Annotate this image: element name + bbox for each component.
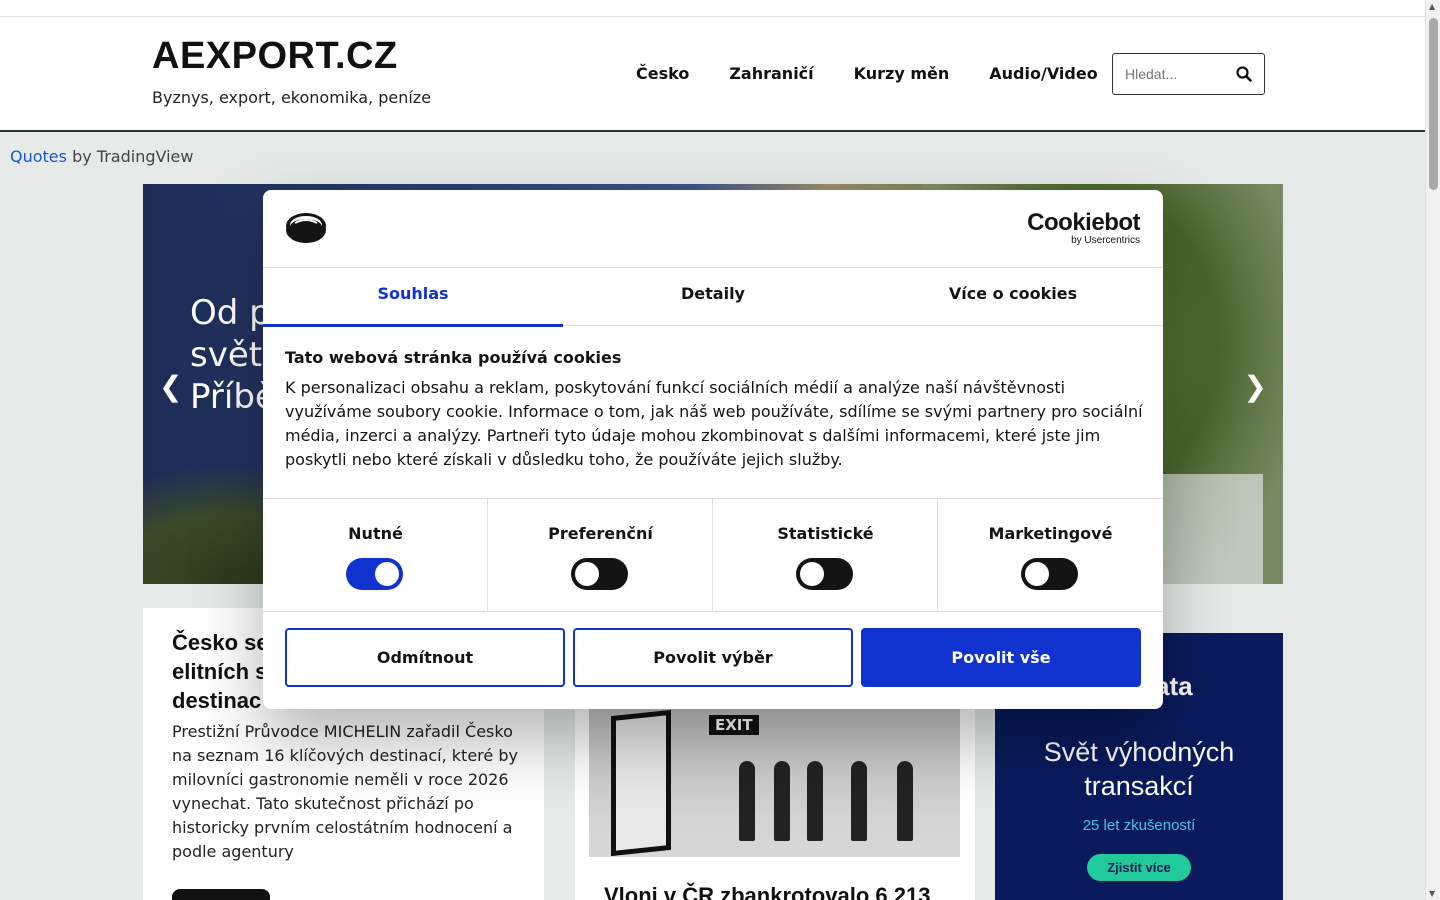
toggle-label: Preferenční <box>548 524 653 543</box>
site-logo[interactable]: AEXPORT.CZ <box>152 35 398 78</box>
read-more-button[interactable] <box>172 889 270 900</box>
cookie-tabs: Souhlas Detaily Více o cookies <box>263 268 1163 327</box>
cookiebot-name: Cookiebot <box>1027 209 1140 236</box>
toggle-label: Marketingové <box>988 524 1113 543</box>
cookiebot-logo[interactable]: Cookiebot by Usercentrics <box>1027 210 1140 246</box>
dialog-buttons: Odmítnout Povolit výběr Povolit vše <box>285 628 1141 687</box>
nav-item-zahranici[interactable]: Zahraničí <box>729 64 813 83</box>
ad-subheadline: 25 let zkušeností <box>1082 817 1196 834</box>
toggle-group-marketing: Marketingové <box>938 499 1163 612</box>
article-image[interactable]: EXIT <box>589 703 960 857</box>
nav-item-cesko[interactable]: Česko <box>636 64 689 83</box>
scroll-up-arrow-icon[interactable]: ▲ <box>1429 2 1435 11</box>
main-nav: Česko Zahraničí Kurzy měn Audio/Video <box>636 64 1098 83</box>
cookie-consent-dialog: Cookiebot by Usercentrics Souhlas Detail… <box>263 190 1163 709</box>
dialog-header: Cookiebot by Usercentrics <box>263 190 1163 268</box>
allow-all-button[interactable]: Povolit vše <box>861 628 1141 687</box>
scrollbar-thumb[interactable] <box>1429 18 1438 190</box>
toggle-knob <box>1025 562 1049 586</box>
toggle-group-preferences: Preferenční <box>488 499 713 612</box>
dialog-heading: Tato webová stránka používá cookies <box>285 348 622 367</box>
site-header: AEXPORT.CZ Byznys, export, ekonomika, pe… <box>0 17 1425 132</box>
scroll-down-arrow-icon[interactable]: ▼ <box>1429 889 1435 898</box>
cookie-icon <box>285 212 327 248</box>
consent-toggles: Nutné Preferenční Statistické Marketingo… <box>263 498 1163 612</box>
nav-item-kurzy-men[interactable]: Kurzy měn <box>854 64 950 83</box>
person-illustration <box>774 761 790 841</box>
toggle-knob <box>800 562 824 586</box>
cookiebot-by: by Usercentrics <box>1071 235 1140 246</box>
toggle-preferences[interactable] <box>571 558 628 590</box>
ad-cta-button[interactable]: Zjistit více <box>1087 854 1191 881</box>
toggle-group-necessary: Nutné <box>263 499 488 612</box>
toggle-statistics[interactable] <box>796 558 853 590</box>
quotes-by-text: by TradingView <box>66 147 194 166</box>
person-illustration <box>851 761 867 841</box>
person-illustration <box>807 761 823 841</box>
tab-detaily[interactable]: Detaily <box>563 268 863 326</box>
toggle-marketing[interactable] <box>1021 558 1078 590</box>
tradingview-quotes: Quotes by TradingView <box>10 147 193 166</box>
toggle-label: Nutné <box>348 524 403 543</box>
article-excerpt: Prestižní Průvodce MICHELIN zařadil Česk… <box>172 722 518 861</box>
chevron-left-icon[interactable]: ❮ <box>159 370 182 403</box>
toggle-label: Statistické <box>777 524 874 543</box>
search-icon[interactable] <box>1236 66 1252 86</box>
allow-selection-button[interactable]: Povolit výběr <box>573 628 853 687</box>
site-tagline: Byznys, export, ekonomika, peníze <box>152 88 432 107</box>
tab-vice-o-cookies[interactable]: Více o cookies <box>863 268 1163 326</box>
person-illustration <box>739 761 755 841</box>
toggle-knob <box>375 562 399 586</box>
person-illustration <box>897 761 913 841</box>
page-scrollbar[interactable]: ▲ ▼ <box>1425 0 1440 900</box>
top-strip <box>0 0 1425 17</box>
toggle-group-statistics: Statistické <box>713 499 938 612</box>
deny-button[interactable]: Odmítnout <box>285 628 565 687</box>
toggle-necessary[interactable] <box>346 558 403 590</box>
article-title[interactable]: Vloni v ČR zbankrotovalo 6 213 <box>604 883 954 900</box>
search-input[interactable] <box>1113 54 1223 94</box>
dialog-description: K personalizaci obsahu a reklam, poskyto… <box>285 378 1143 469</box>
toggle-knob <box>575 562 599 586</box>
tab-souhlas[interactable]: Souhlas <box>263 268 563 327</box>
nav-item-audio-video[interactable]: Audio/Video <box>989 64 1097 83</box>
chevron-right-icon[interactable]: ❯ <box>1244 370 1267 403</box>
search-box <box>1112 53 1265 95</box>
dialog-body: Tato webová stránka používá cookies K pe… <box>285 348 1145 472</box>
door-illustration <box>611 709 671 857</box>
exit-sign: EXIT <box>709 715 759 735</box>
ad-headline: Svět výhodných transakcí <box>1043 737 1235 801</box>
quotes-link[interactable]: Quotes <box>10 147 67 166</box>
